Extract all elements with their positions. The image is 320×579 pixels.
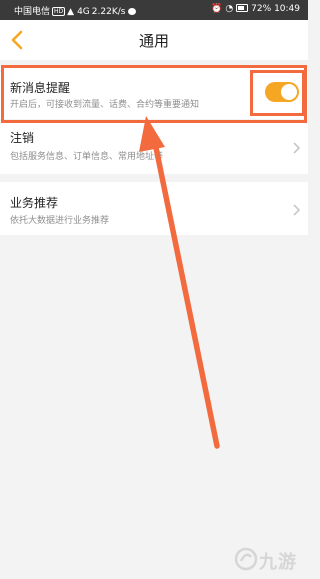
- watermark: 九游: [234, 546, 306, 574]
- annotation-arrow: [139, 116, 220, 449]
- watermark-logo-icon: [234, 547, 258, 571]
- watermark-text: 九游: [259, 552, 297, 573]
